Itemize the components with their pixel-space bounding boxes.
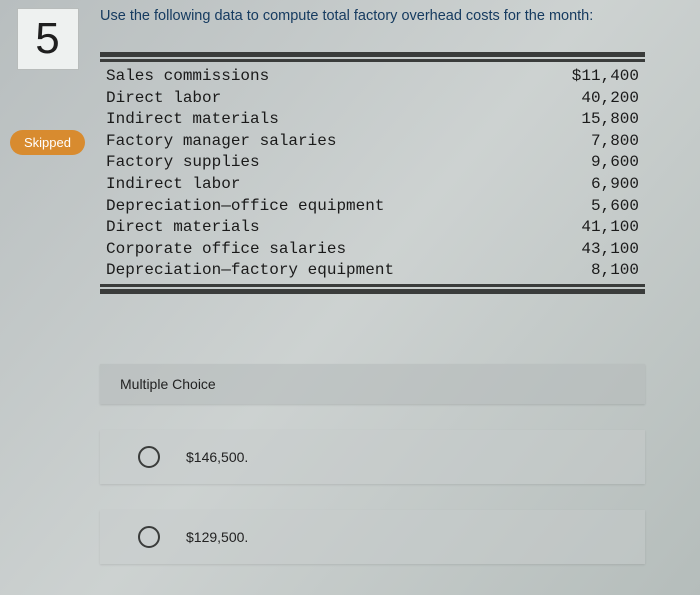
row-label: Indirect materials [106, 109, 279, 131]
table-row: Factory supplies 9,600 [106, 152, 639, 174]
row-label: Depreciation—factory equipment [106, 260, 394, 282]
row-value: 15,800 [549, 109, 639, 131]
option-text: $146,500. [186, 449, 248, 465]
row-label: Factory supplies [106, 152, 260, 174]
table-row: Factory manager salaries 7,800 [106, 131, 639, 153]
table-row: Depreciation—factory equipment 8,100 [106, 260, 639, 282]
table-row: Indirect labor 6,900 [106, 174, 639, 196]
table-row: Sales commissions $11,400 [106, 66, 639, 88]
mc-header-text: Multiple Choice [120, 376, 216, 392]
table-row: Direct materials 41,100 [106, 217, 639, 239]
row-value: 41,100 [549, 217, 639, 239]
row-value: 7,800 [549, 131, 639, 153]
question-prompt: Use the following data to compute total … [100, 8, 682, 24]
row-label: Depreciation—office equipment [106, 196, 384, 218]
question-number: 5 [35, 14, 59, 64]
row-label: Sales commissions [106, 66, 269, 88]
row-label: Corporate office salaries [106, 239, 346, 261]
option-text: $129,500. [186, 529, 248, 545]
row-value: 5,600 [549, 196, 639, 218]
mc-option[interactable]: $129,500. [100, 510, 645, 564]
row-value: 43,100 [549, 239, 639, 261]
mc-option[interactable]: $146,500. [100, 430, 645, 484]
table-row: Depreciation—office equipment 5,600 [106, 196, 639, 218]
radio-icon[interactable] [138, 526, 160, 548]
row-value: 9,600 [549, 152, 639, 174]
row-label: Indirect labor [106, 174, 240, 196]
row-value: 8,100 [549, 260, 639, 282]
row-label: Factory manager salaries [106, 131, 336, 153]
data-table: Sales commissions $11,400 Direct labor 40,2… [100, 52, 645, 294]
radio-icon[interactable] [138, 446, 160, 468]
multiple-choice-header: Multiple Choice [100, 364, 645, 404]
table-row: Direct labor 40,200 [106, 88, 639, 110]
row-label: Direct materials [106, 217, 260, 239]
row-label: Direct labor [106, 88, 221, 110]
row-value: $11,400 [549, 66, 639, 88]
table-row: Indirect materials 15,800 [106, 109, 639, 131]
skipped-badge: Skipped [10, 130, 85, 155]
skipped-label: Skipped [24, 135, 71, 150]
row-value: 6,900 [549, 174, 639, 196]
row-value: 40,200 [549, 88, 639, 110]
table-row: Corporate office salaries 43,100 [106, 239, 639, 261]
question-number-box: 5 [17, 8, 79, 70]
